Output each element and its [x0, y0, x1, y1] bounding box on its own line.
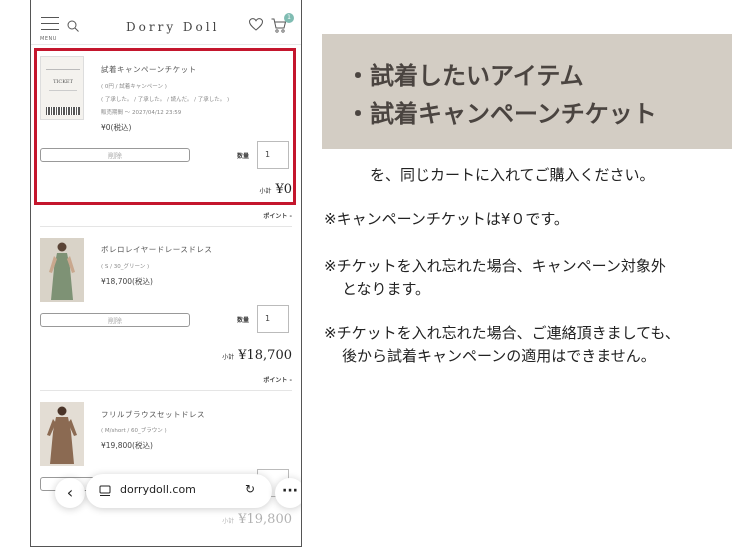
panel-line-campaign-ticket: ・試着キャンペーンチケット [346, 100, 657, 128]
product-photo-brown-dress[interactable] [40, 402, 84, 466]
reload-icon[interactable]: ↻ [245, 482, 255, 496]
subtotal-value: ¥18,700 [238, 348, 292, 363]
item-points: ポイント - [263, 213, 292, 220]
phone-screen: MENU Dorry Doll 1 TICKET 試着キャンペーンチケット ( … [30, 0, 302, 547]
ticket-price-note: ※キャンペーンチケットは¥０です。 [324, 210, 569, 228]
panel-line-try-on-item: ・試着したいアイテム [346, 62, 584, 90]
cart-count-badge: 1 [284, 13, 294, 23]
browser-address-bar[interactable]: dorrydoll.com ↻ [86, 474, 272, 508]
browser-back-button[interactable]: ‹ [55, 478, 85, 508]
contact-note-line1: ※チケットを入れ忘れた場合、ご連絡頂きましても、 [324, 324, 680, 342]
quantity-input[interactable]: 1 [257, 305, 289, 333]
product-photo-green-dress[interactable] [40, 238, 84, 302]
heart-icon[interactable] [249, 18, 263, 31]
item-subtotal: 小計 ¥19,800 [222, 508, 292, 527]
browser-url[interactable]: dorrydoll.com [120, 483, 196, 496]
item-points: ポイント - [263, 377, 292, 384]
search-icon[interactable] [67, 20, 79, 32]
item-divider [40, 226, 292, 227]
item-variant: ( S / 30_グリーン ) [101, 264, 150, 270]
subtotal-value: ¥19,800 [238, 512, 292, 527]
forgot-ticket-note-line1: ※チケットを入れ忘れた場合、キャンペーン対象外 [324, 257, 666, 275]
item-divider [40, 390, 292, 391]
tab-layout-icon[interactable] [99, 485, 111, 497]
browser-more-button[interactable]: ··· [275, 478, 301, 508]
item-name[interactable]: フリルブラウスセットドレス [101, 409, 205, 420]
menu-label: MENU [40, 36, 57, 42]
hamburger-menu-icon[interactable] [41, 17, 59, 35]
ticket-highlight-box [34, 48, 296, 205]
required-items-panel: ・試着したいアイテム ・試着キャンペーンチケット [322, 34, 732, 149]
item-subtotal: 小計 ¥18,700 [222, 344, 292, 363]
item-name[interactable]: ボレロレイヤードレースドレス [101, 244, 212, 255]
subtotal-label: 小計 [222, 354, 235, 361]
quantity-label: 数量 [237, 317, 250, 324]
forgot-ticket-note-line2: となります。 [342, 280, 431, 298]
item-variant: ( M/short / 60_ブラウン ) [101, 428, 167, 434]
brand-logo[interactable]: Dorry Doll [126, 20, 219, 34]
delete-button[interactable]: 削除 [40, 313, 190, 327]
subtotal-label: 小計 [222, 518, 235, 525]
cart-instruction-text: を、同じカートに入れてご購入ください。 [370, 166, 655, 184]
item-price: ¥18,700(税込) [101, 277, 153, 286]
contact-note-line2: 後から試着キャンペーンの適用はできません。 [342, 347, 656, 365]
item-price: ¥19,800(税込) [101, 441, 153, 450]
site-header: MENU Dorry Doll 1 [31, 0, 301, 45]
